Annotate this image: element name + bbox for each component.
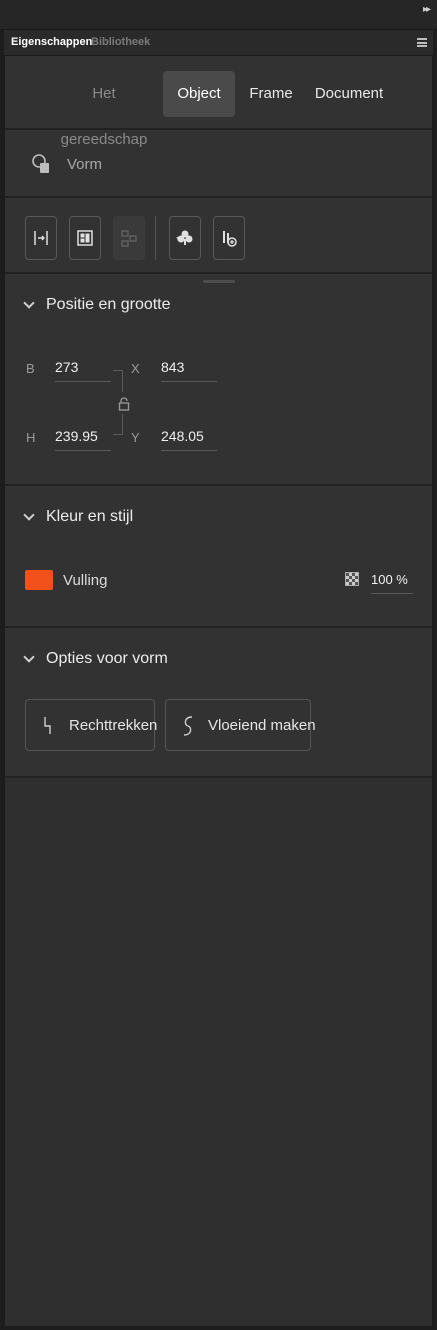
asset-icon [176, 230, 193, 245]
panel-top-strip: ▸▸ [0, 0, 437, 30]
tab-library[interactable]: Bibliotheek [91, 36, 150, 48]
constrain-link-line [122, 414, 123, 434]
mode-frame[interactable]: Frame [241, 71, 301, 117]
mode-object[interactable]: Object [163, 71, 235, 117]
y-label: Y [131, 430, 140, 445]
group-button[interactable] [113, 216, 145, 260]
panel-empty-area [5, 778, 432, 1326]
mode-tool[interactable]: Het gereedschap [49, 71, 159, 148]
shape-icon [32, 154, 49, 173]
width-field[interactable]: 273 [55, 356, 111, 382]
divider [5, 128, 432, 130]
panel-tab-bar: Eigenschappen Bibliotheek [4, 30, 433, 56]
tab-properties[interactable]: Eigenschappen [11, 36, 92, 48]
group-icon [121, 230, 137, 247]
link-asset-button[interactable] [213, 216, 245, 260]
unlock-icon[interactable] [118, 397, 130, 411]
fit-frame-icon [34, 231, 48, 245]
x-label: X [131, 361, 140, 376]
arrange-grid-button[interactable] [69, 216, 101, 260]
smooth-icon [183, 716, 193, 736]
height-field[interactable]: 239.95 [55, 425, 111, 451]
y-field[interactable]: 248.05 [161, 425, 217, 451]
opacity-icon [345, 572, 359, 586]
arrange-grid-icon [77, 230, 93, 246]
smooth-button[interactable]: Vloeiend maken [165, 699, 316, 751]
link-asset-icon [223, 231, 237, 247]
fill-label: Vulling [63, 572, 108, 589]
straighten-icon [44, 717, 51, 734]
asset-button[interactable] [169, 216, 201, 260]
mode-document[interactable]: Document [309, 71, 389, 117]
resize-grip[interactable] [203, 280, 235, 283]
divider [5, 272, 432, 274]
panel-menu-icon[interactable] [417, 38, 427, 47]
fit-frame-button[interactable] [25, 216, 57, 260]
chevron-down-icon [23, 509, 35, 521]
x-field[interactable]: 843 [161, 356, 217, 382]
width-label: B [26, 361, 35, 376]
collapse-panel-icon[interactable]: ▸▸ [423, 4, 431, 15]
divider [5, 196, 432, 198]
divider [5, 484, 432, 486]
constrain-link-line [113, 434, 123, 435]
opacity-field[interactable]: 100 % [371, 568, 413, 594]
chevron-down-icon [23, 651, 35, 663]
straighten-button[interactable]: Rechttrekken [25, 699, 157, 751]
toolbar-separator [155, 216, 156, 260]
chevron-down-icon [23, 297, 35, 309]
height-label: H [26, 430, 36, 445]
properties-panel: Het gereedschap Object Frame Document Vo… [4, 56, 433, 1326]
object-type-label: Vorm [67, 156, 103, 173]
divider [5, 626, 432, 628]
fill-color-swatch[interactable] [25, 570, 53, 590]
constrain-link-line [122, 370, 123, 392]
